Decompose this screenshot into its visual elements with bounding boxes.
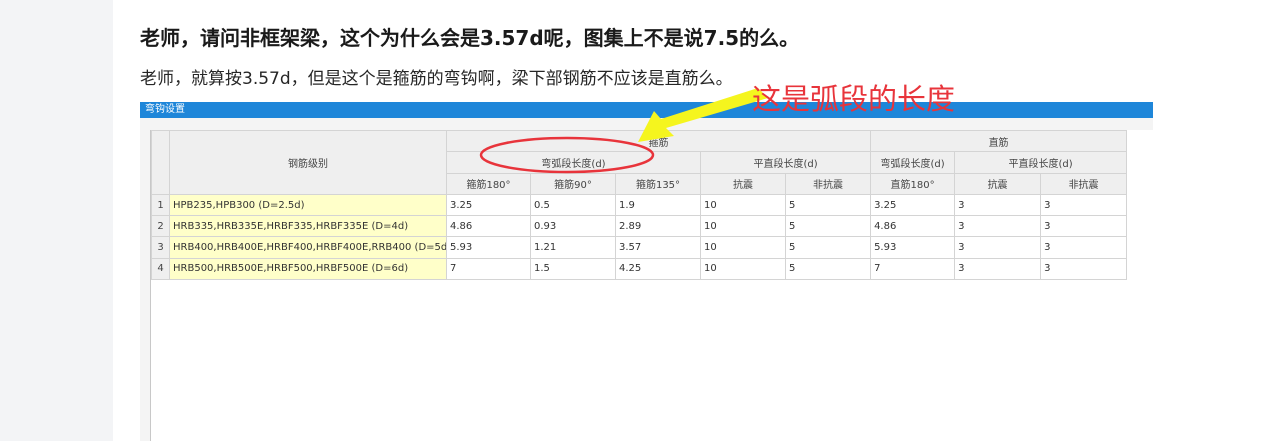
table-row[interactable]: 2 HRB335,HRB335E,HRBF335,HRBF335E (D=4d)… [151, 215, 1128, 238]
value-cell[interactable]: 10 [700, 193, 786, 217]
corner-header [151, 130, 170, 195]
question-title: 老师，请问非框架梁，这个为什么会是3.57d呢，图集上不是说7.5的么。 [140, 26, 800, 50]
col-header[interactable]: 箍筋180° [446, 172, 531, 195]
value-cell[interactable]: 5.93 [870, 236, 956, 259]
col-header[interactable]: 抗震 [700, 172, 786, 195]
value-cell[interactable]: 5 [784, 193, 872, 217]
table-row[interactable]: 4 HRB500,HRB500E,HRBF500,HRBF500E (D=6d)… [151, 257, 1128, 281]
dialog-body: 钢筋级别 箍筋 直筋 弯弧段长度(d) 平直段长度(d) 弯弧段长度(d) 平直… [140, 118, 1153, 441]
straight-flat-length-header: 平直段长度(d) [954, 151, 1128, 174]
col-header[interactable]: 箍筋135° [615, 172, 701, 195]
value-cell[interactable]: 5 [784, 215, 872, 238]
value-cell[interactable]: 4.25 [615, 257, 701, 281]
value-cell[interactable]: 0.5 [530, 193, 616, 217]
grade-cell[interactable]: HRB400,HRB400E,HRBF400,HRBF400E,RRB400 (… [169, 236, 447, 259]
col-header[interactable]: 非抗震 [784, 172, 872, 195]
row-number: 3 [151, 236, 170, 259]
value-cell[interactable]: 4.86 [446, 215, 531, 238]
value-cell[interactable]: 5.93 [446, 236, 531, 259]
value-cell[interactable]: 3 [954, 236, 1042, 259]
value-cell[interactable]: 3 [1040, 193, 1128, 217]
value-cell[interactable]: 3 [954, 193, 1042, 217]
value-cell[interactable]: 10 [700, 257, 786, 281]
value-cell[interactable]: 1.9 [615, 193, 701, 217]
col-header[interactable]: 箍筋90° [530, 172, 616, 195]
col-header[interactable]: 抗震 [954, 172, 1042, 195]
value-cell[interactable]: 1.5 [530, 257, 616, 281]
value-cell[interactable]: 2.89 [615, 215, 701, 238]
hook-settings-table: 钢筋级别 箍筋 直筋 弯弧段长度(d) 平直段长度(d) 弯弧段长度(d) 平直… [151, 129, 1128, 281]
value-cell[interactable]: 3 [1040, 215, 1128, 238]
value-cell[interactable]: 4.86 [870, 215, 956, 238]
straight-arc-length-header: 弯弧段长度(d) [870, 151, 956, 174]
value-cell[interactable]: 0.93 [530, 215, 616, 238]
grade-cell[interactable]: HRB335,HRB335E,HRBF335,HRBF335E (D=4d) [169, 215, 447, 238]
table-row[interactable]: 3 HRB400,HRB400E,HRBF400,HRBF400E,RRB400… [151, 236, 1128, 259]
hook-settings-dialog: 弯钩设置 钢筋级别 箍筋 直筋 弯弧段长度(d) 平直段长度(d) 弯弧段长度(… [140, 102, 1153, 441]
value-cell[interactable]: 10 [700, 215, 786, 238]
dialog-titlebar: 弯钩设置 [140, 102, 1153, 118]
question-body: 老师，就算按3.57d，但是这个是箍筋的弯钩啊，梁下部钢筋不应该是直筋么。 [140, 69, 733, 89]
stirrup-flat-length-header: 平直段长度(d) [699, 151, 872, 174]
grade-header: 钢筋级别 [169, 130, 447, 195]
grade-cell[interactable]: HPB235,HPB300 (D=2.5d) [169, 193, 447, 217]
value-cell[interactable]: 1.21 [530, 236, 616, 259]
table-row[interactable]: 1 HPB235,HPB300 (D=2.5d) 3.25 0.5 1.9 10… [151, 193, 1128, 217]
value-cell[interactable]: 5 [784, 236, 872, 259]
value-cell[interactable]: 3.57 [615, 236, 701, 259]
value-cell[interactable]: 3 [1040, 257, 1128, 281]
value-cell[interactable]: 3.25 [870, 193, 956, 217]
value-cell[interactable]: 3 [954, 215, 1042, 238]
stirrup-group-header: 箍筋 [445, 129, 872, 153]
col-header[interactable]: 非抗震 [1040, 172, 1128, 195]
value-cell[interactable]: 3.25 [446, 193, 531, 217]
grid-area: 钢筋级别 箍筋 直筋 弯弧段长度(d) 平直段长度(d) 弯弧段长度(d) 平直… [150, 129, 1153, 441]
page: 老师，请问非框架梁，这个为什么会是3.57d呢，图集上不是说7.5的么。 老师，… [0, 0, 1262, 441]
value-cell[interactable]: 3 [954, 257, 1042, 281]
value-cell[interactable]: 3 [1040, 236, 1128, 259]
left-gutter [0, 0, 113, 441]
col-header[interactable]: 直筋180° [870, 172, 956, 195]
row-number: 1 [151, 193, 170, 217]
value-cell[interactable]: 7 [446, 257, 531, 281]
row-number: 4 [151, 257, 170, 281]
value-cell[interactable]: 10 [700, 236, 786, 259]
value-cell[interactable]: 5 [784, 257, 872, 281]
straight-group-header: 直筋 [870, 129, 1128, 153]
grade-cell[interactable]: HRB500,HRB500E,HRBF500,HRBF500E (D=6d) [169, 257, 447, 281]
row-number: 2 [151, 215, 170, 238]
value-cell[interactable]: 7 [870, 257, 956, 281]
stirrup-arc-length-header: 弯弧段长度(d) [446, 151, 701, 174]
annotation-text: 这是弧段的长度 [752, 82, 956, 116]
